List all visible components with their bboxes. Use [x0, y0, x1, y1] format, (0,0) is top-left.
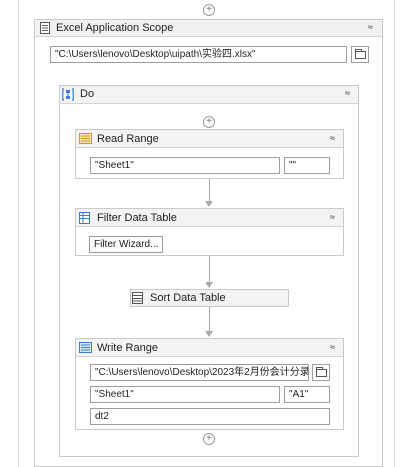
excel-scope-header: Excel Application Scope ≈ [35, 20, 382, 37]
flow-arrow-icon [205, 201, 213, 207]
write-range-browse-button[interactable] [312, 364, 330, 381]
write-range-sheet-field[interactable]: "Sheet1" [90, 386, 280, 403]
browse-workbook-button[interactable] [351, 46, 369, 63]
add-activity-icon[interactable]: + [203, 4, 215, 16]
filter-data-table-title: Filter Data Table [97, 212, 177, 224]
sort-data-table-title: Sort Data Table [150, 292, 226, 304]
do-header: Do ≈ [60, 86, 358, 104]
sort-data-table-activity[interactable]: Sort Data Table [130, 289, 289, 307]
read-range-header: Read Range ≈ [76, 130, 343, 148]
filter-data-table-header: Filter Data Table ≈ [76, 209, 343, 227]
read-range-sheet-field[interactable]: "Sheet1" [90, 157, 280, 174]
do-sequence: Do ≈ + Read Range ≈ "Sheet1" "" Filter D… [59, 85, 359, 457]
write-range-header: Write Range ≈ [76, 339, 343, 357]
do-collapse-icon[interactable]: ≈ [345, 89, 350, 98]
add-activity-icon[interactable]: + [203, 116, 215, 128]
sort-table-icon [132, 292, 143, 304]
workbook-path-field[interactable]: "C:\Users\lenovo\Desktop\uipath\实验四.xlsx… [50, 46, 347, 63]
do-title: Do [80, 88, 95, 100]
read-range-title: Read Range [97, 133, 159, 145]
read-range-activity[interactable]: Read Range ≈ "Sheet1" "" [75, 129, 344, 179]
write-range-icon [79, 342, 92, 353]
flow-connector [209, 179, 210, 202]
add-activity-icon[interactable]: + [203, 433, 215, 445]
filter-data-table-collapse-icon[interactable]: ≈ [330, 213, 335, 222]
excel-scope-title: Excel Application Scope [56, 22, 174, 34]
read-range-range-field[interactable]: "" [284, 157, 330, 174]
folder-icon [355, 49, 366, 59]
excel-scope-icon [40, 22, 50, 34]
flow-connector [209, 307, 210, 332]
write-range-data-table-field[interactable]: dt2 [90, 408, 330, 425]
write-range-start-cell-field[interactable]: "A1" [284, 386, 330, 403]
folder-icon [316, 367, 327, 377]
filter-table-icon [79, 212, 90, 224]
write-range-collapse-icon[interactable]: ≈ [330, 343, 335, 352]
flow-arrow-icon [205, 282, 213, 288]
read-range-icon [79, 133, 92, 144]
excel-scope-collapse-icon[interactable]: ≈ [368, 23, 373, 32]
canvas-guide-left [18, 0, 19, 467]
flow-arrow-icon [205, 331, 213, 337]
sequence-icon [62, 88, 74, 101]
write-range-activity[interactable]: Write Range ≈ "C:\Users\lenovo\Desktop\2… [75, 338, 344, 430]
filter-wizard-button[interactable]: Filter Wizard... [89, 236, 164, 253]
filter-data-table-activity[interactable]: Filter Data Table ≈ Filter Wizard... [75, 208, 344, 256]
read-range-collapse-icon[interactable]: ≈ [330, 134, 335, 143]
write-range-workbook-path-field[interactable]: "C:\Users\lenovo\Desktop\2023年2月份会计分录 [90, 364, 309, 381]
flow-connector [209, 256, 210, 283]
write-range-title: Write Range [97, 342, 158, 354]
canvas-guide-right [394, 0, 395, 467]
